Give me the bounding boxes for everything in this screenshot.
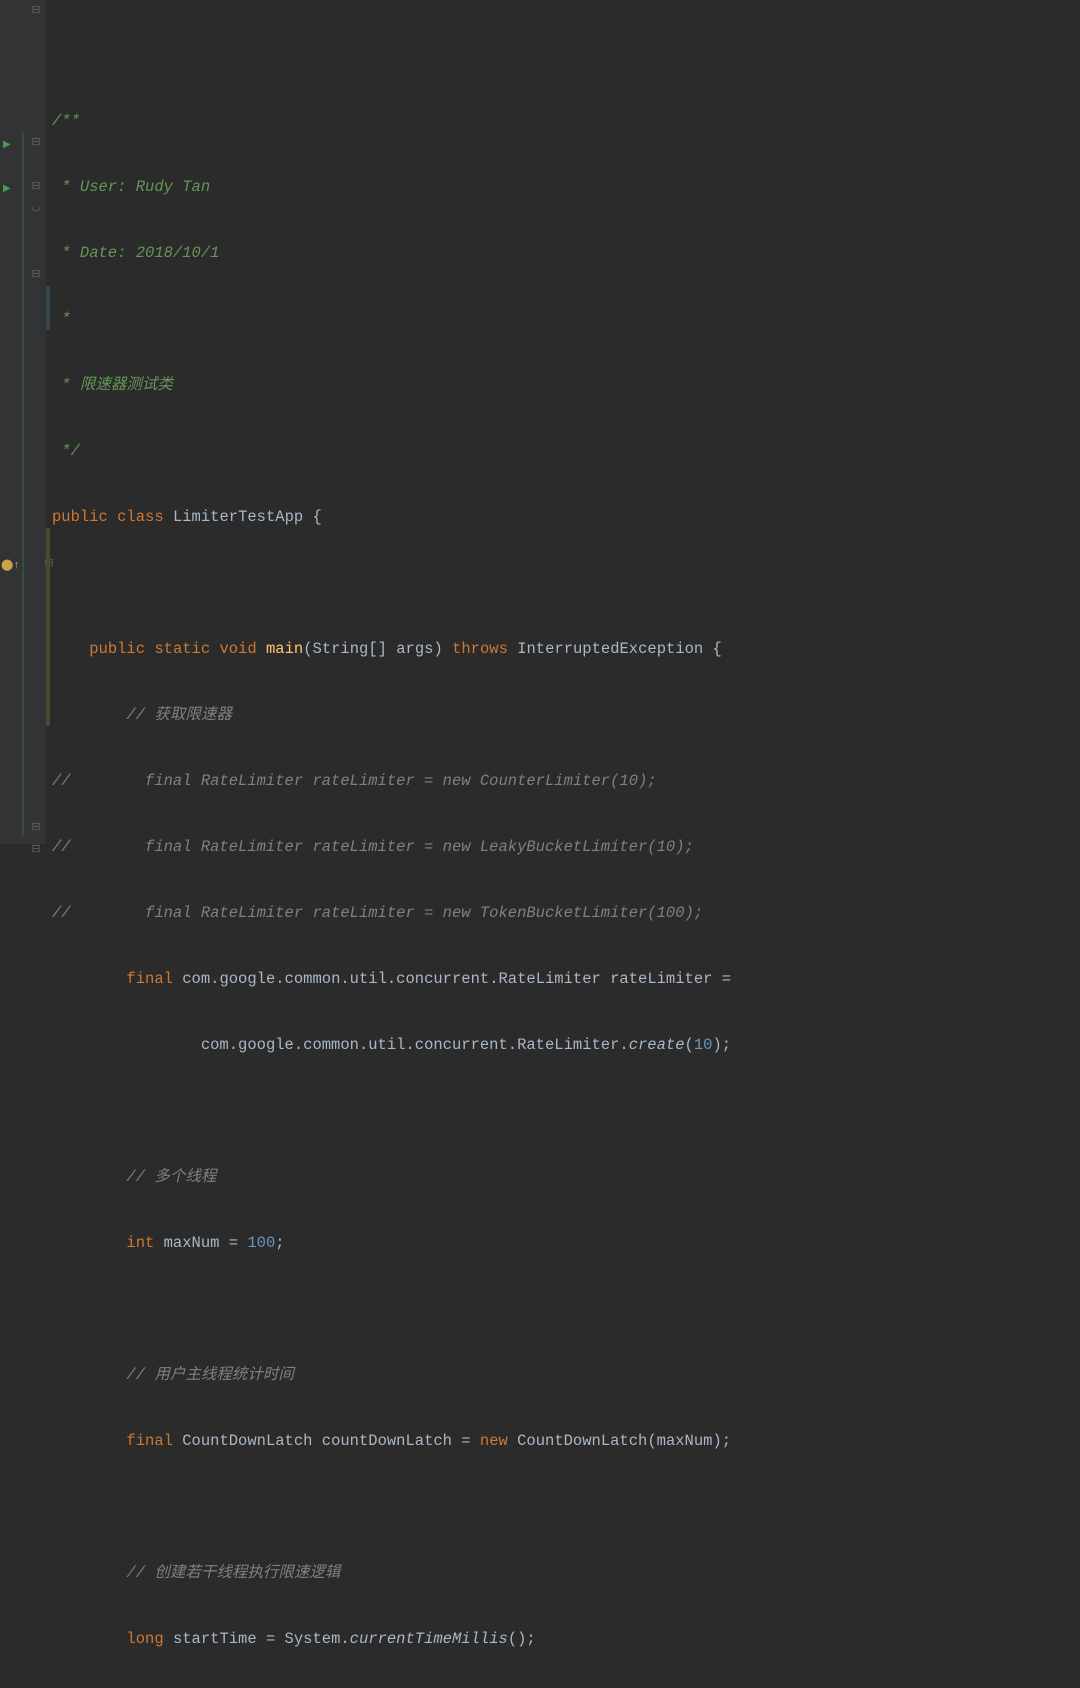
doc-comment: * Date: 2018/10/1 [52, 244, 219, 262]
indent-guide [22, 132, 24, 836]
commented-code: // final RateLimiter rateLimiter = new C… [52, 770, 1080, 792]
vcs-change-icon[interactable]: ⬤↑ [1, 555, 13, 577]
comment: // 多个线程 [126, 1168, 216, 1186]
class-declaration: public class LimiterTestApp { [52, 506, 1080, 528]
fold-toggle-icon[interactable]: ⊟ [30, 176, 42, 198]
doc-comment: /** [52, 112, 80, 130]
fold-toggle-icon[interactable]: ⊟ [30, 132, 42, 154]
starttime-decl: long startTime = System.currentTimeMilli… [52, 1628, 1080, 1650]
inspection-icon[interactable]: ◡ [30, 198, 42, 220]
run-class-icon[interactable]: ▶ [3, 135, 15, 157]
ratelimiter-decl: final com.google.common.util.concurrent.… [52, 968, 1080, 990]
doc-comment: * 限速器测试类 [52, 376, 173, 394]
doc-comment: * User: Rudy Tan [52, 178, 210, 196]
doc-comment: * [52, 310, 71, 328]
fold-toggle-icon[interactable]: ⊟ [30, 264, 42, 286]
fold-toggle-icon[interactable]: ⊟ [30, 817, 42, 839]
commented-code: // final RateLimiter rateLimiter = new T… [52, 902, 1080, 924]
code-area[interactable]: /** * User: Rudy Tan * Date: 2018/10/1 *… [46, 0, 1080, 844]
comment: // 创建若干线程执行限速逻辑 [126, 1564, 340, 1582]
vcs-marker[interactable] [46, 528, 50, 726]
maxnum-decl: int maxNum = 100; [52, 1232, 1080, 1254]
fold-toggle-icon[interactable]: ⊟ [30, 839, 42, 861]
doc-comment: */ [52, 442, 80, 460]
gutter[interactable]: ⊟ ⊟ ▶ ⊟ ▶ ◡ ⊟ ⬤↑ ⊞ ⊟ ⊟ [0, 0, 46, 844]
vcs-marker[interactable] [46, 286, 50, 330]
code-editor[interactable]: ⊟ ⊟ ▶ ⊟ ▶ ◡ ⊟ ⬤↑ ⊞ ⊟ ⊟ /** * User: Rudy … [0, 0, 1080, 844]
run-main-icon[interactable]: ▶ [3, 179, 15, 201]
commented-code: // final RateLimiter rateLimiter = new L… [52, 836, 1080, 858]
ratelimiter-create: com.google.common.util.concurrent.RateLi… [52, 1034, 1080, 1056]
countdownlatch-decl: final CountDownLatch countDownLatch = ne… [52, 1430, 1080, 1452]
comment: // 用户主线程统计时间 [126, 1366, 293, 1384]
fold-toggle-icon[interactable]: ⊟ [30, 0, 42, 22]
main-method-signature: public static void main(String[] args) t… [52, 638, 1080, 660]
comment: // 获取限速器 [126, 706, 231, 724]
